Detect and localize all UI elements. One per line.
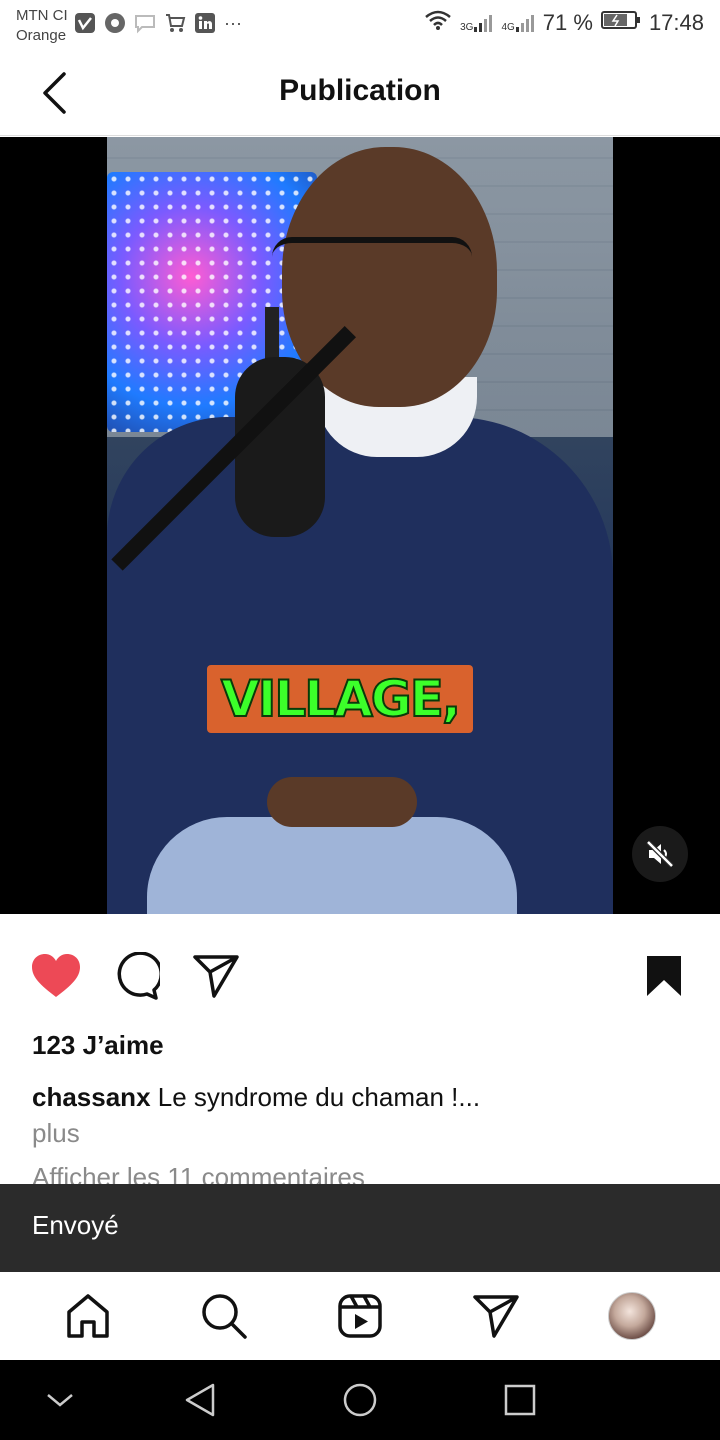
hide-nav-button[interactable] xyxy=(38,1378,82,1422)
system-home-button[interactable] xyxy=(338,1378,382,1422)
nav-search[interactable] xyxy=(194,1286,254,1346)
like-button[interactable] xyxy=(28,948,84,1004)
microphone xyxy=(235,357,325,537)
save-button[interactable] xyxy=(636,948,692,1004)
nav-profile[interactable] xyxy=(602,1286,662,1346)
bookmark-filled-icon xyxy=(647,956,681,996)
mute-button[interactable] xyxy=(632,826,688,882)
heart-filled-icon xyxy=(32,954,80,997)
toast-snackbar: Envoyé xyxy=(0,1184,720,1272)
vimeo-icon xyxy=(74,12,96,34)
likes-count[interactable]: 123 J’aime xyxy=(32,1030,164,1061)
signal-4g-icon: 4G xyxy=(501,13,534,33)
comment-button[interactable] xyxy=(108,948,164,1004)
comment-icon xyxy=(117,952,160,1000)
more-link[interactable]: plus xyxy=(32,1118,80,1149)
post-caption: chassanx Le syndrome du chaman !... xyxy=(32,1082,480,1113)
video-caption-text: VILLAGE, xyxy=(220,669,462,729)
caption-text: Le syndrome du chaman !... xyxy=(157,1082,481,1112)
system-recents-button[interactable] xyxy=(498,1378,542,1422)
post-media[interactable]: VILLAGE, xyxy=(0,137,720,914)
more-notifications-icon: ··· xyxy=(224,12,242,33)
send-icon xyxy=(473,1295,519,1338)
username-link[interactable]: chassanx xyxy=(32,1082,151,1112)
notification-icons: ··· xyxy=(74,12,242,34)
circle-home-icon xyxy=(343,1383,377,1417)
bottom-navigation xyxy=(0,1272,720,1360)
square-recents-icon xyxy=(504,1384,536,1416)
send-icon xyxy=(193,955,239,998)
clock: 17:48 xyxy=(648,10,704,35)
carrier-name-secondary: Orange xyxy=(16,27,67,44)
toast-message: Envoyé xyxy=(32,1210,119,1240)
video-player[interactable]: VILLAGE, xyxy=(107,137,613,914)
wifi-icon xyxy=(424,10,452,36)
avatar xyxy=(608,1292,656,1340)
triangle-back-icon xyxy=(185,1383,215,1417)
system-back-button[interactable] xyxy=(178,1378,222,1422)
system-navigation-bar xyxy=(0,1360,720,1440)
page-title: Publication xyxy=(279,74,441,107)
message-icon xyxy=(134,12,156,34)
person-hands xyxy=(267,777,417,827)
view-comments-link[interactable]: Afficher les 11 commentaires xyxy=(32,1162,365,1184)
post-actions xyxy=(0,930,720,1020)
reels-icon xyxy=(338,1294,382,1338)
system-status: 3G 4G 71 % 17:48 xyxy=(424,10,704,36)
nav-home[interactable] xyxy=(58,1286,118,1346)
video-caption-box: VILLAGE, xyxy=(207,665,473,733)
status-bar: MTN CI Orange ··· 3G 4G 71 % 17:48 xyxy=(0,0,720,50)
search-icon xyxy=(202,1294,247,1339)
battery-charging-icon xyxy=(600,10,641,36)
person-jeans xyxy=(147,817,517,914)
shopping-cart-icon xyxy=(164,12,186,34)
person-glasses xyxy=(272,237,472,277)
carrier-name: MTN CI xyxy=(16,7,68,24)
nav-reels[interactable] xyxy=(330,1286,390,1346)
signal-3g-icon: 3G xyxy=(460,13,493,33)
speaker-muted-icon xyxy=(646,840,674,868)
home-icon xyxy=(67,1294,109,1338)
carrier-info: MTN CI Orange xyxy=(16,6,68,46)
nav-messages[interactable] xyxy=(466,1286,526,1346)
share-button[interactable] xyxy=(188,948,244,1004)
battery-percentage: 71 % xyxy=(542,10,593,35)
top-app-bar: Publication xyxy=(0,50,720,136)
chrome-icon xyxy=(104,12,126,34)
chevron-down-icon xyxy=(47,1394,73,1407)
linkedin-icon xyxy=(194,12,216,34)
